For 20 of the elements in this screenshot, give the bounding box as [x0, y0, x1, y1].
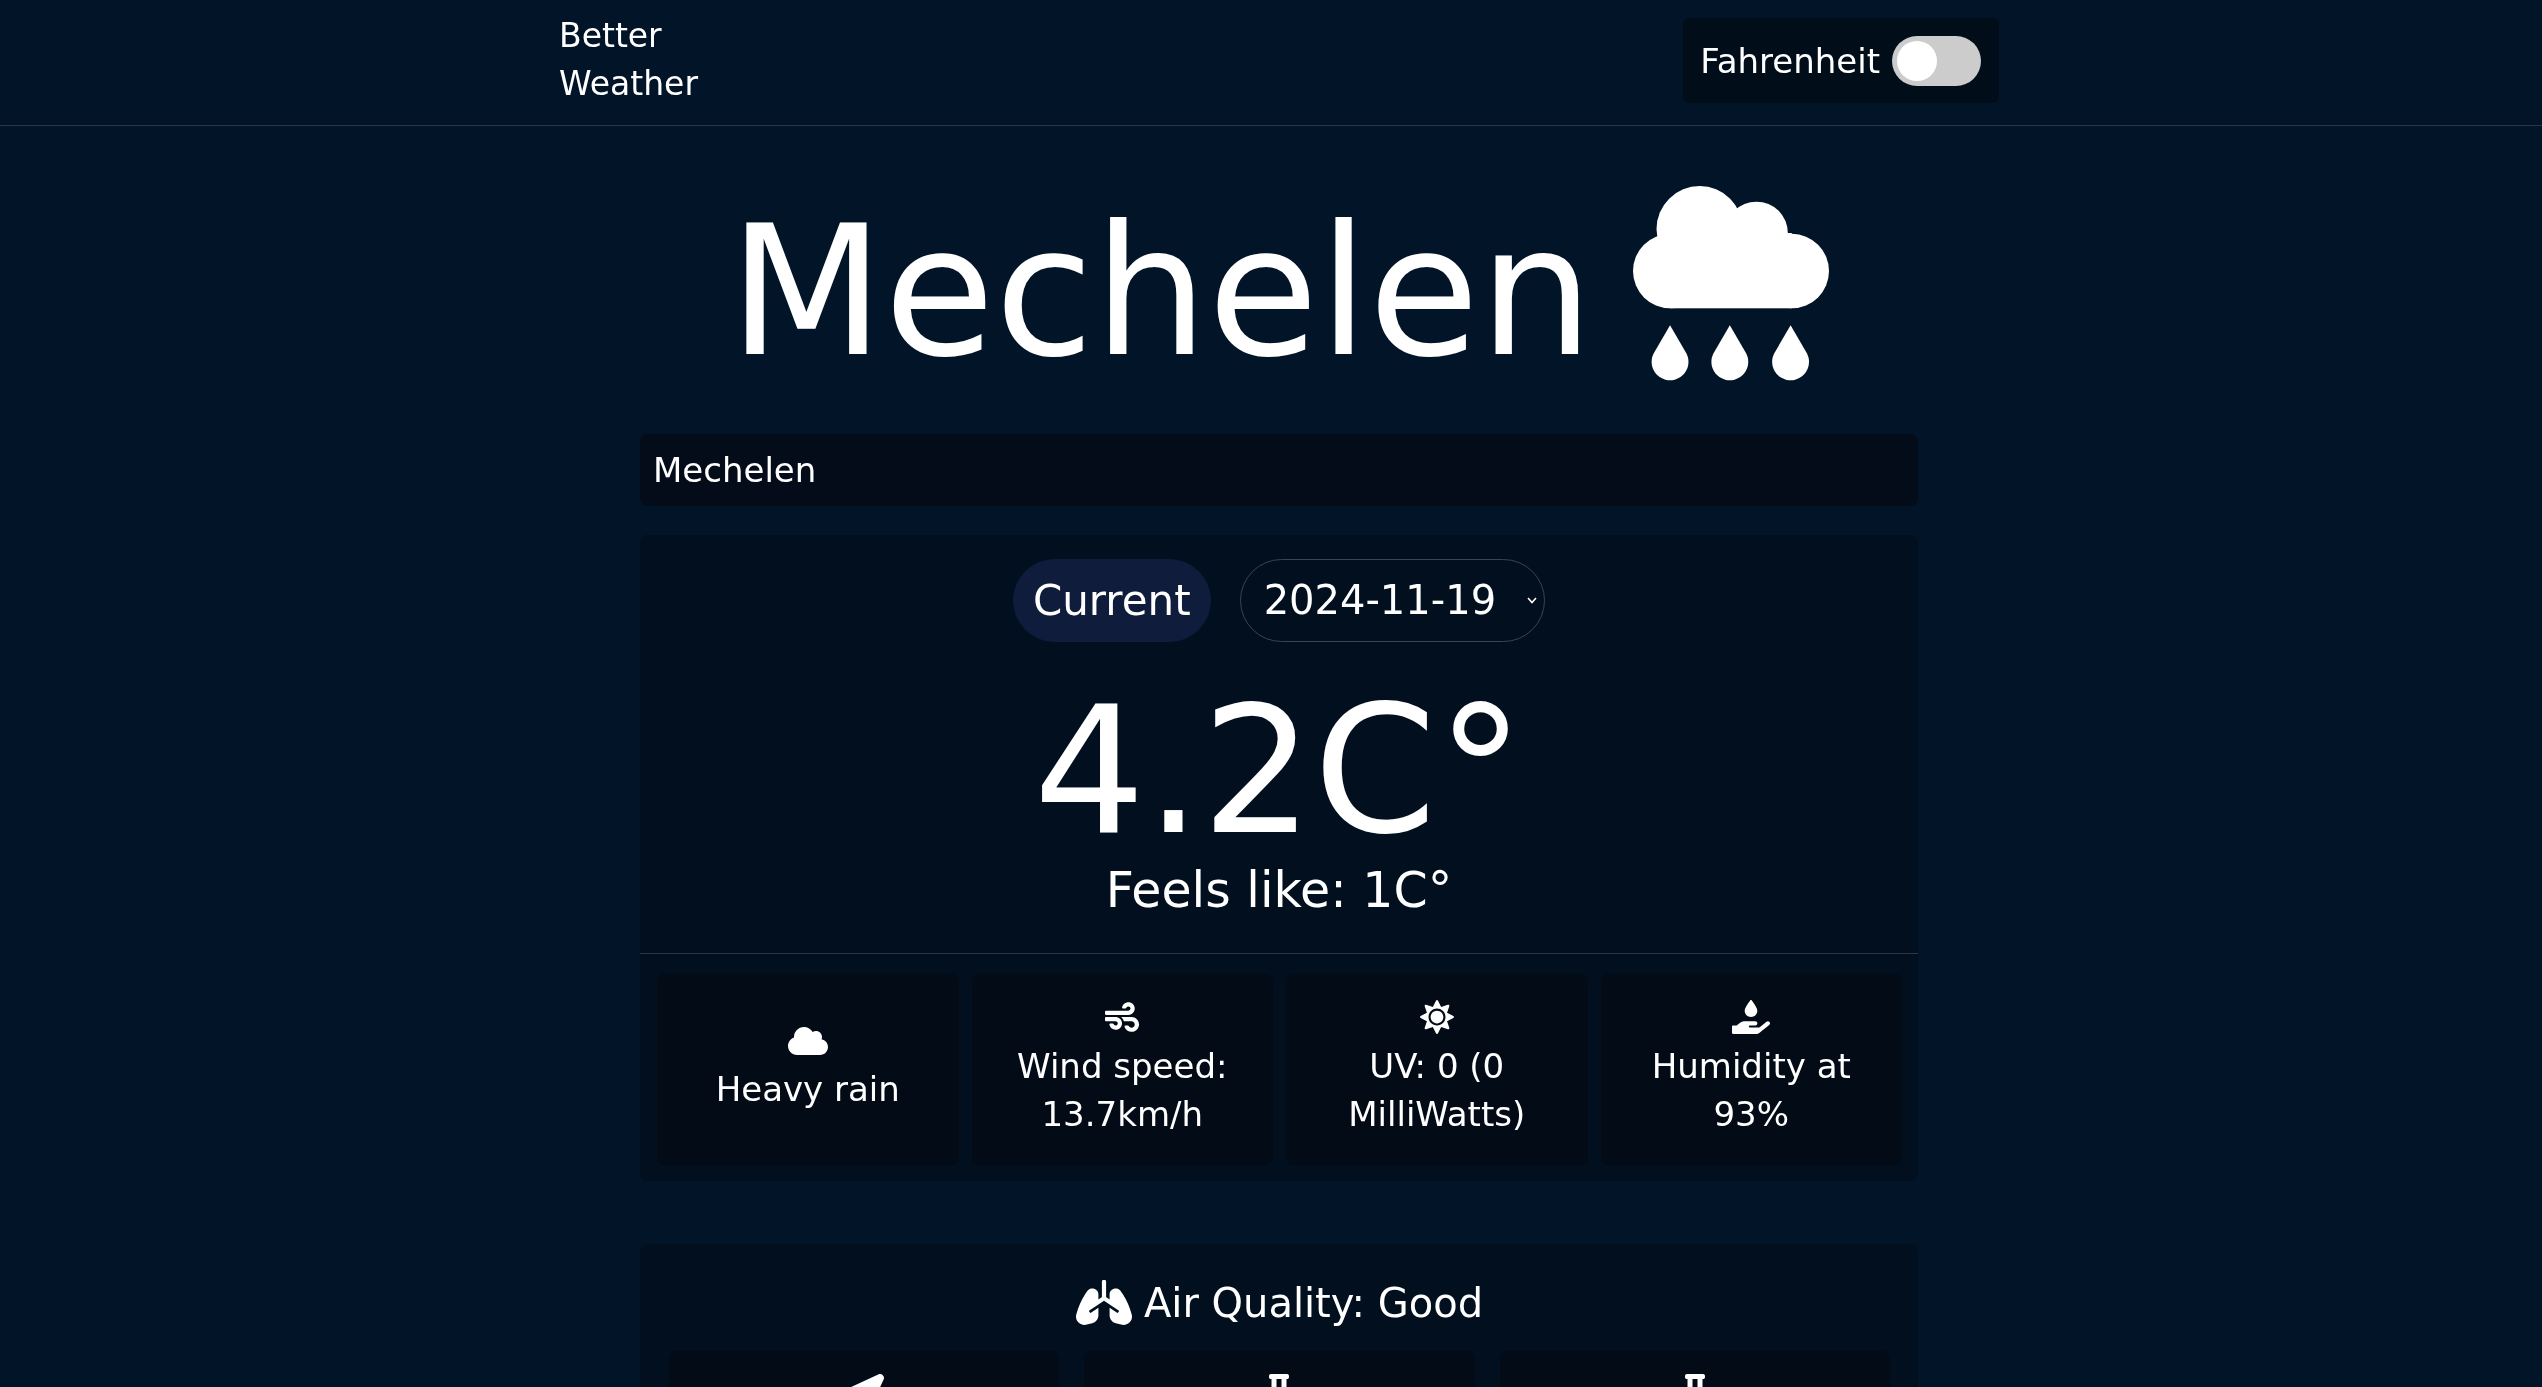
weather-detail-text: Humidity at 93% [1650, 1045, 1852, 1137]
current-button[interactable]: Current [1012, 559, 1211, 642]
wind-icon [1105, 1000, 1140, 1035]
sun-icon [1419, 1000, 1454, 1035]
weather-detail-text: Heavy rain [715, 1068, 900, 1112]
chevron-down-icon [1527, 597, 1538, 604]
feels-like-text: Feels like: 1C° [1105, 862, 1453, 921]
weather-detail-text: UV: 0 (0 MilliWatts) [1347, 1045, 1527, 1137]
brand-name[interactable]: Better Weather [559, 11, 698, 108]
toggle-switch[interactable] [1892, 35, 1981, 86]
weather-detail-text: Wind speed: 13.7km/h [1016, 1045, 1229, 1137]
temperature-reading: 4.2C° [1033, 684, 1525, 860]
rain-cloud-icon [1633, 186, 1830, 382]
air-quality-title: Air Quality: Good [1143, 1278, 1484, 1327]
city-title: Mechelen [728, 202, 1594, 382]
lungs-icon [1075, 1280, 1132, 1326]
hand-water-drop-icon [1732, 1000, 1771, 1035]
search-field[interactable]: Mechelen [640, 434, 1918, 506]
toggle-label: Fahrenheit [1700, 39, 1880, 82]
cloud-icon [787, 1025, 828, 1058]
